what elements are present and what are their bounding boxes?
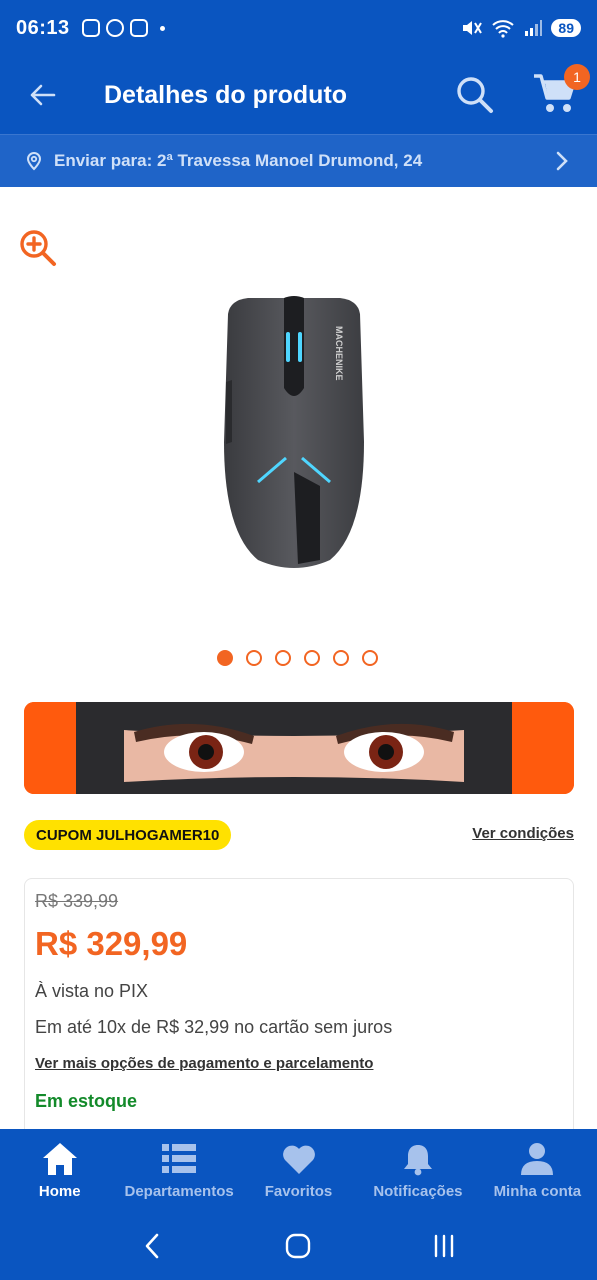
coupon-badge[interactable]: CUPOM JULHOGAMER10	[24, 820, 232, 850]
location-pin-icon	[26, 152, 42, 171]
status-bar: 06:13 89	[0, 0, 597, 56]
cart-button[interactable]: 1	[532, 64, 590, 116]
stock-status: Em estoque	[35, 1091, 138, 1111]
screenshot-icon	[129, 19, 148, 37]
view-conditions-link[interactable]: Ver condições	[472, 825, 574, 842]
list-icon	[162, 1144, 197, 1173]
user-icon	[521, 1143, 554, 1175]
status-system-icons: 89	[461, 18, 581, 38]
instagram-icon	[81, 19, 100, 37]
current-price: R$ 329,99	[35, 925, 188, 962]
status-notification-icons	[81, 19, 165, 37]
home-icon	[42, 1143, 77, 1175]
nav-label-account: Minha conta	[493, 1183, 582, 1200]
carousel-dot[interactable]	[275, 650, 291, 666]
nav-item-departments[interactable]: Departamentos	[119, 1129, 238, 1211]
page-title: Detalhes do produto	[104, 80, 348, 109]
delivery-address-bar[interactable]: Enviar para: 2ª Travessa Manoel Drumond,…	[0, 134, 597, 187]
price-card: R$ 339,99 R$ 329,99 À vista no PIX Em at…	[24, 878, 574, 1148]
system-navigation-bar	[0, 1211, 597, 1280]
zoom-button[interactable]	[18, 228, 58, 268]
payment-options-link[interactable]: Ver mais opções de pagamento e parcelame…	[35, 1055, 373, 1072]
zoom-in-icon	[20, 230, 56, 266]
system-recents-icon[interactable]	[429, 1231, 459, 1261]
nav-label-favorites: Favoritos	[264, 1183, 333, 1200]
product-image-gaming-mouse[interactable]: MACHENIKE	[218, 292, 370, 570]
mute-icon	[463, 21, 483, 35]
cart-count-badge: 1	[564, 64, 590, 90]
image-carousel-indicator	[217, 650, 378, 666]
pix-payment-text: À vista no PIX	[35, 981, 149, 1001]
status-time: 06:13	[16, 16, 70, 39]
heart-icon	[282, 1145, 315, 1174]
system-back-icon[interactable]	[138, 1231, 168, 1261]
nav-item-home[interactable]: Home	[0, 1129, 119, 1211]
wifi-icon	[492, 20, 515, 38]
nav-label-notifications: Notificações	[373, 1183, 463, 1200]
nav-label-home: Home	[38, 1183, 81, 1200]
old-price: R$ 339,99	[35, 891, 119, 911]
product-brand-text: MACHENIKE	[334, 326, 344, 381]
search-button[interactable]	[454, 74, 496, 116]
back-button[interactable]	[22, 75, 62, 115]
bell-icon	[403, 1145, 432, 1176]
carousel-dot[interactable]	[362, 650, 378, 666]
arrow-left-icon	[30, 84, 56, 106]
carousel-dot[interactable]	[246, 650, 262, 666]
nav-label-departments: Departamentos	[124, 1183, 234, 1200]
more-notifications-icon	[159, 25, 165, 31]
carousel-dot[interactable]	[304, 650, 320, 666]
battery-indicator: 89	[551, 19, 581, 37]
installments-text: Em até 10x de R$ 32,99 no cartão sem jur…	[35, 1017, 393, 1037]
nav-item-notifications[interactable]: Notificações	[358, 1129, 477, 1211]
app-header: Detalhes do produto 1	[0, 56, 597, 134]
carousel-dot[interactable]	[333, 650, 349, 666]
chevron-right-icon	[556, 151, 568, 171]
delivery-address-text: Enviar para: 2ª Travessa Manoel Drumond,…	[54, 151, 423, 170]
whatsapp-icon	[105, 19, 124, 37]
bottom-navigation: Home Departamentos Favoritos Notificaçõe…	[0, 1129, 597, 1211]
carousel-dot[interactable]	[217, 650, 233, 666]
banner-illustration	[24, 702, 574, 794]
nav-item-account[interactable]: Minha conta	[478, 1129, 597, 1211]
promo-banner[interactable]	[24, 702, 574, 794]
system-home-icon[interactable]	[283, 1231, 313, 1261]
nav-item-favorites[interactable]: Favoritos	[239, 1129, 358, 1211]
signal-icon	[525, 20, 543, 36]
search-icon	[457, 77, 493, 113]
